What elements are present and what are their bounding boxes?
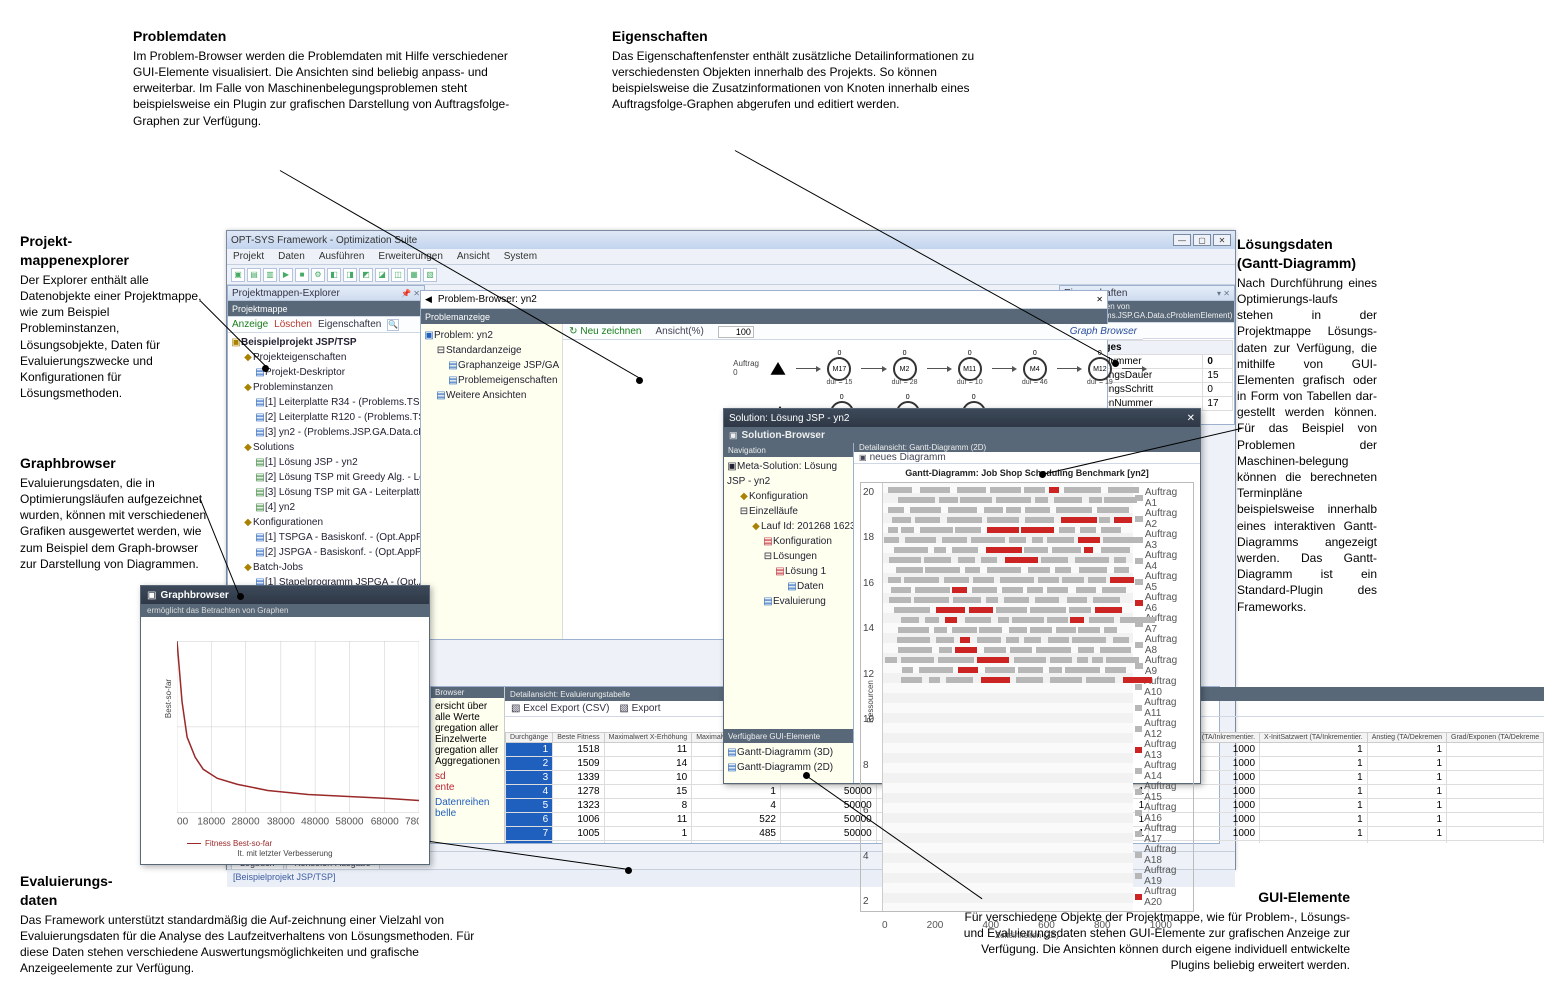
solution-close-icon[interactable]: ✕: [1187, 413, 1195, 424]
ann-loesungsdaten: Lösungsdaten (Gantt-Diagramm)Nach Durchf…: [1237, 235, 1377, 615]
graphbrowser-sub: ermöglicht das Betrachten von Graphen: [141, 604, 429, 617]
graphbrowser-window: ▣ Graphbrowser ermöglicht das Betrachten…: [140, 585, 430, 865]
tool-config-icon[interactable]: ⚙: [311, 268, 325, 282]
svg-text:28000: 28000: [232, 817, 260, 828]
close-button[interactable]: ✕: [1213, 234, 1231, 246]
graph-browser-label: Graph Browser: [1070, 326, 1137, 337]
svg-text:38000: 38000: [267, 817, 295, 828]
solution-nav: Navigation ▣Meta-Solution: Lösung JSP - …: [724, 443, 854, 783]
tool-b-icon[interactable]: ◨: [343, 268, 357, 282]
gantt-title: Gantt-Diagramm: Job Shop Scheduling Benc…: [854, 464, 1200, 482]
menu-erweiterungen[interactable]: Erweiterungen: [378, 251, 442, 262]
pin-icon[interactable]: 📌 ✕: [401, 289, 420, 298]
tool-a-icon[interactable]: ◧: [327, 268, 341, 282]
project-explorer-tab: Projektmappe: [228, 301, 424, 317]
tool-d-icon[interactable]: ◪: [375, 268, 389, 282]
tool-e-icon[interactable]: ◫: [391, 268, 405, 282]
project-tree[interactable]: ▣Beispielprojekt JSP/TSP ◆Projekteigensc…: [228, 333, 424, 601]
menu-ausfuehren[interactable]: Ausführen: [319, 251, 365, 262]
tool-stop-icon[interactable]: ■: [295, 268, 309, 282]
menu-system[interactable]: System: [504, 251, 537, 262]
svg-text:8000: 8000: [177, 817, 189, 828]
solution-nav-header: Navigation: [724, 443, 853, 457]
btn-excel-export[interactable]: ▧ Excel Export (CSV): [511, 703, 609, 714]
menu-bar: Projekt Daten Ausführen Erweiterungen An…: [227, 249, 1235, 265]
tool-g-icon[interactable]: ▧: [423, 268, 437, 282]
gantt-header: Detailansicht: Gantt-Diagramm (2D): [854, 443, 1200, 452]
solution-subbar: ▣ Solution-Browser: [724, 427, 1200, 443]
solution-tree[interactable]: ▣Meta-Solution: Lösung JSP - yn2 ◆Konfig…: [724, 457, 853, 729]
maximize-button[interactable]: ▢: [1193, 234, 1211, 246]
btn-export[interactable]: ▧ Export: [619, 703, 660, 714]
ann-projektmappenexplorer: Projekt- mappenexplorerDer Explorer enth…: [20, 232, 208, 401]
tool-new-icon[interactable]: ▣: [231, 268, 245, 282]
ann-evaluierungsdaten: Evaluierungs- datenDas Framework unterst…: [20, 872, 490, 977]
solution-browser-window: Solution: Lösung JSP - yn2 ✕ ▣ Solution-…: [723, 408, 1201, 784]
project-explorer-panel: Projektmappen-Explorer 📌 ✕ Projektmappe …: [227, 285, 425, 602]
graphbrowser-ylabel: Best-so-far: [164, 679, 173, 718]
btn-eigenschaften[interactable]: Eigenschaften: [318, 319, 381, 330]
menu-projekt[interactable]: Projekt: [233, 251, 264, 262]
ann-graphbrowser: GraphbrowserEvaluierungsdaten, die in Op…: [20, 454, 208, 572]
lbl-ansicht: Ansicht(%): [656, 326, 704, 337]
svg-text:68000: 68000: [371, 817, 399, 828]
btn-loeschen[interactable]: Löschen: [274, 319, 312, 330]
svg-text:48000: 48000: [301, 817, 329, 828]
properties-pin-icon[interactable]: ▾ ✕: [1217, 289, 1230, 298]
problem-toolbar: ↻ Neu zeichnen Ansicht(%) Graph Browser: [563, 324, 1143, 340]
ann-eigenschaften: EigenschaftenDas Eigenschaftenfenster en…: [612, 27, 992, 113]
project-explorer-toolbar: Anzeige Löschen Eigenschaften 🔍: [228, 317, 424, 333]
problem-tab-close-icon[interactable]: ✕: [1096, 295, 1103, 304]
gantt-toolbar: ▣ neues Diagramm: [854, 452, 1200, 464]
tool-open-icon[interactable]: ▤: [247, 268, 261, 282]
available-gui-list[interactable]: ▤Gantt-Diagramm (3D) ▤Gantt-Diagramm (2D…: [724, 743, 853, 783]
svg-text:18000: 18000: [197, 817, 225, 828]
gantt-ylabel: Ressourcen: [866, 680, 875, 723]
app-title: OPT-SYS Framework - Optimization Suite: [231, 235, 417, 246]
solution-titlebar: Solution: Lösung JSP - yn2 ✕: [724, 409, 1200, 427]
graphbrowser-plot[interactable]: Best-so-far 0 1000 2000 80001800028000 3…: [141, 617, 429, 851]
title-bar: OPT-SYS Framework - Optimization Suite —…: [227, 231, 1235, 249]
btn-anzeige[interactable]: Anzeige: [232, 319, 268, 330]
tool-c-icon[interactable]: ◩: [359, 268, 373, 282]
svg-text:78000: 78000: [405, 817, 419, 828]
search-icon[interactable]: 🔍: [387, 319, 399, 331]
btn-neues-diagramm[interactable]: neues Diagramm: [870, 452, 946, 463]
project-explorer-title: Projektmappen-Explorer: [232, 288, 340, 299]
project-explorer-header: Projektmappen-Explorer 📌 ✕: [228, 286, 424, 301]
svg-text:58000: 58000: [335, 817, 363, 828]
problem-tree[interactable]: ▣Problem: yn2 ⊟Standardanzeige ▤Graphanz…: [421, 324, 563, 639]
graphbrowser-legend: Fitness Best-so-far: [187, 839, 272, 848]
tool-save-icon[interactable]: ▥: [263, 268, 277, 282]
gantt-panel: Detailansicht: Gantt-Diagramm (2D) ▣ neu…: [854, 443, 1200, 783]
zoom-input[interactable]: [718, 326, 754, 338]
available-gui-header: Verfügbare GUI-Elemente: [724, 729, 853, 743]
graphbrowser-titlebar: ▣ Graphbrowser: [141, 586, 429, 604]
menu-ansicht[interactable]: Ansicht: [457, 251, 490, 262]
tool-bar: ▣ ▤ ▥ ▶ ■ ⚙ ◧ ◨ ◩ ◪ ◫ ▦ ▧: [227, 265, 1235, 285]
gantt-xlabel: Zeiteinheiten (ZE): [854, 931, 1200, 944]
tool-run-icon[interactable]: ▶: [279, 268, 293, 282]
eval-nav[interactable]: Browser ersicht über alle Werte gregatio…: [431, 687, 505, 843]
ann-problemdaten: ProblemdatenIm Problem-Browser werden di…: [133, 27, 513, 129]
menu-daten[interactable]: Daten: [278, 251, 305, 262]
minimize-button[interactable]: —: [1173, 234, 1191, 246]
btn-neu-zeichnen[interactable]: ↻ Neu zeichnen: [569, 326, 641, 337]
tool-f-icon[interactable]: ▦: [407, 268, 421, 282]
